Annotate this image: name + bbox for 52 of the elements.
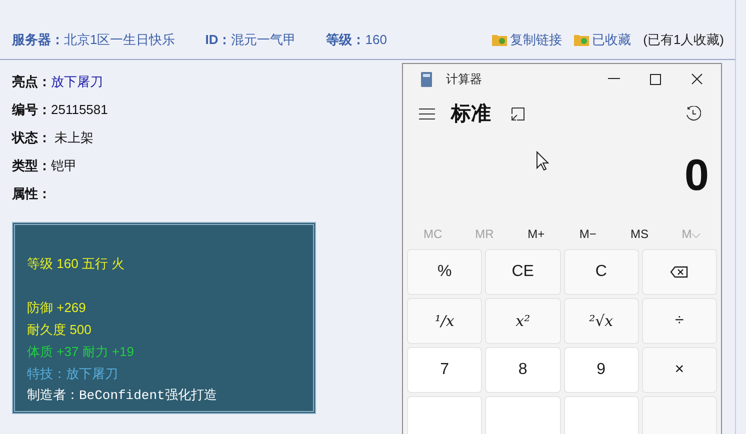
window-title: 计算器 — [446, 71, 482, 88]
calculator-key[interactable]: 9 — [564, 347, 639, 393]
calculator-key[interactable]: ÷ — [642, 298, 717, 344]
memory-button[interactable]: M− — [562, 224, 614, 243]
field-value: 混元一气甲 — [231, 30, 296, 49]
calculator-key[interactable]: % — [407, 249, 482, 295]
tooltip-line: 制造者：BeConfident强化打造 — [27, 387, 218, 405]
calculator-icon — [421, 72, 432, 87]
backspace-icon — [670, 266, 688, 278]
field-value: 北京1区一生日快乐 — [64, 30, 176, 49]
keep-on-top-icon[interactable] — [511, 106, 525, 121]
detail-label: 状态： — [12, 129, 51, 148]
close-icon[interactable] — [691, 73, 703, 86]
memory-button[interactable]: M+ — [510, 224, 562, 243]
calculator-key[interactable]: 8 — [485, 347, 560, 393]
tooltip-line: 特技：放下屠刀 — [27, 365, 119, 383]
favorite-count: (已有1人收藏) — [643, 30, 724, 49]
detail-value: 未上架 — [54, 129, 94, 148]
calculator-display: 0 — [684, 150, 709, 202]
tooltip-line: 体质 +37 耐力 +19 — [27, 343, 135, 361]
detail-link[interactable]: 放下屠刀 — [51, 72, 103, 92]
field-label: 等级： — [326, 30, 366, 49]
calculator-key[interactable]: x² — [485, 298, 560, 344]
calculator-key[interactable]: × — [642, 347, 717, 393]
detail-label: 属性： — [12, 185, 51, 204]
folder-icon — [574, 33, 590, 46]
calculator-key[interactable]: CE — [485, 249, 560, 295]
action-link[interactable]: 已收藏 — [574, 30, 632, 50]
calculator-key[interactable]: C — [564, 249, 639, 295]
minimize-icon[interactable] — [608, 78, 620, 80]
field-label: 服务器： — [12, 30, 64, 49]
field-value: 160 — [365, 30, 387, 49]
pointer-icon — [536, 151, 549, 172]
tooltip-line: 防御 +269 — [27, 299, 87, 317]
folder-icon — [492, 33, 508, 46]
maximize-icon[interactable] — [650, 74, 661, 85]
tooltip-line: 等级 160 五行 火 — [27, 255, 126, 273]
field-label: ID： — [205, 30, 232, 49]
menu-icon[interactable] — [419, 108, 435, 120]
detail-label: 编号： — [12, 101, 51, 120]
calculator-key[interactable]: ¹/x — [407, 298, 482, 344]
detail-value: 25115581 — [51, 101, 108, 120]
calculator-key[interactable]: 7 — [407, 347, 482, 393]
detail-label: 亮点： — [12, 73, 51, 92]
detail-label: 类型： — [12, 157, 51, 176]
memory-button[interactable]: MS — [614, 224, 666, 243]
calculator-key[interactable]: ²√x — [564, 298, 639, 344]
action-link[interactable]: 复制链接 — [492, 30, 562, 50]
mode-title: 标准 — [451, 102, 491, 127]
history-icon[interactable] — [685, 106, 701, 122]
tooltip-line: 耐久度 500 — [27, 321, 92, 339]
detail-value: 铠甲 — [51, 157, 77, 176]
